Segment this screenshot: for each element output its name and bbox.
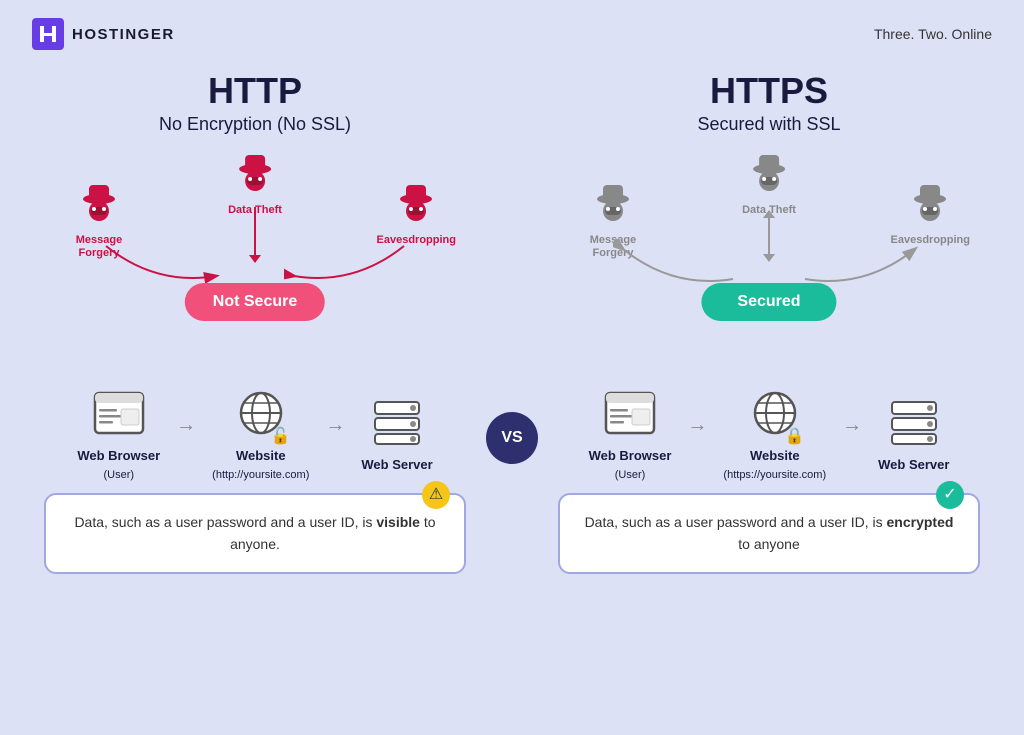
http-side: HTTP No Encryption (No SSL): [24, 60, 486, 735]
https-side: HTTPS Secured with SSL Data Theft: [538, 60, 1000, 735]
http-browser-label: Web Browser: [77, 448, 160, 463]
http-server-icon: [371, 398, 423, 451]
http-browser-to-website-arrow: →: [176, 414, 196, 437]
hostinger-logo-icon: [32, 18, 64, 50]
http-threats: Data Theft Message Forg: [44, 151, 466, 331]
https-browser-item: Web Browser (User): [589, 389, 672, 481]
https-threats: Data Theft M: [558, 151, 980, 331]
https-data-theft: Data Theft: [742, 151, 796, 217]
http-website-label: Website: [236, 448, 286, 463]
https-infra-row: Web Browser (User) → 🔒 Website (https:: [589, 389, 950, 481]
https-center-arrow: [768, 211, 770, 261]
http-browser-sublabel: (User): [103, 469, 134, 481]
vs-divider: VS: [486, 60, 538, 735]
http-center-arrow: [254, 207, 256, 262]
https-browser-to-website-arrow: →: [687, 414, 707, 437]
http-server-label: Web Server: [361, 457, 432, 472]
https-browser-sublabel: (User): [615, 469, 646, 481]
tagline: Three. Two. Online: [874, 26, 992, 42]
https-subtitle: Secured with SSL: [697, 114, 840, 135]
server-svg-https: [888, 398, 940, 446]
http-infra-row: Web Browser (User) → 🔓 Website (http:/: [77, 389, 432, 481]
https-eavesdropping: Eavesdropping: [891, 181, 970, 247]
http-threats-area: Data Theft Message Forg: [44, 151, 466, 371]
http-server-item: Web Server: [361, 398, 432, 472]
secured-badge: Secured: [701, 283, 836, 321]
https-eavesdropping-icon: [908, 181, 952, 231]
header: HOSTINGER Three. Two. Online: [0, 0, 1024, 60]
https-info-box: ✓ Data, such as a user password and a us…: [558, 493, 980, 574]
https-website-item: 🔒 Website (https://yoursite.com): [723, 389, 826, 481]
http-data-theft-icon: [233, 151, 277, 201]
https-website-to-server-arrow: →: [842, 414, 862, 437]
http-browser-item: Web Browser (User): [77, 389, 160, 481]
https-server-label: Web Server: [878, 457, 949, 472]
http-info-box: ⚠ Data, such as a user password and a us…: [44, 493, 466, 574]
http-eavesdropping-icon: [394, 181, 438, 231]
http-website-to-server-arrow: →: [325, 414, 345, 437]
main-content: HTTP No Encryption (No SSL): [0, 60, 1024, 735]
http-title: HTTP: [208, 70, 302, 112]
http-subtitle: No Encryption (No SSL): [159, 114, 351, 135]
http-center-arrowhead: [249, 255, 261, 263]
https-center-arrowhead2: [763, 254, 775, 262]
http-message-forgery-icon: [77, 181, 121, 231]
https-success-badge: ✓: [936, 481, 964, 509]
http-warning-badge: ⚠: [422, 481, 450, 509]
logo-text: HOSTINGER: [72, 26, 175, 43]
server-svg-http: [371, 398, 423, 446]
logo: HOSTINGER: [32, 18, 175, 50]
http-browser-icon: [93, 389, 145, 442]
https-data-theft-icon: [747, 151, 791, 201]
https-website-sublabel: (https://yoursite.com): [723, 469, 826, 481]
http-lock-icon: 🔓: [271, 426, 291, 446]
http-website-sublabel: (http://yoursite.com): [212, 469, 309, 481]
https-info-text: Data, such as a user password and a user…: [585, 514, 954, 552]
https-browser-icon: [604, 389, 656, 442]
https-website-icon: 🔒: [749, 389, 801, 442]
http-info-text: Data, such as a user password and a user…: [74, 514, 435, 552]
browser-svg: [93, 389, 145, 437]
https-browser-label: Web Browser: [589, 448, 672, 463]
not-secure-badge: Not Secure: [185, 283, 325, 321]
https-center-arrowhead: [763, 210, 775, 218]
https-threats-area: Data Theft M: [558, 151, 980, 371]
http-website-item: 🔓 Website (http://yoursite.com): [212, 389, 309, 481]
https-lock-icon: 🔒: [785, 426, 805, 446]
https-website-label: Website: [750, 448, 800, 463]
vs-circle: VS: [486, 412, 538, 464]
https-server-item: Web Server: [878, 398, 949, 472]
https-title: HTTPS: [710, 70, 828, 112]
https-server-icon: [888, 398, 940, 451]
http-website-icon: 🔓: [235, 389, 287, 442]
browser-svg-https: [604, 389, 656, 437]
https-message-forgery-icon: [591, 181, 635, 231]
